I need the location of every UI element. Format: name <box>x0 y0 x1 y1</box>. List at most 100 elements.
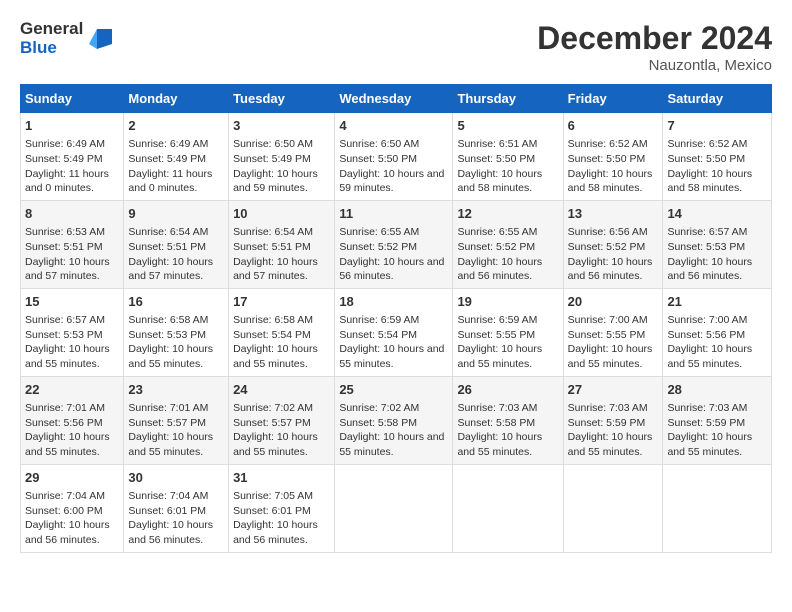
sunset-text: Sunset: 6:00 PM <box>25 505 103 517</box>
sunset-text: Sunset: 5:58 PM <box>339 417 417 429</box>
sunrise-text: Sunrise: 6:49 AM <box>25 138 105 150</box>
sunset-text: Sunset: 5:56 PM <box>667 329 745 341</box>
day-number: 31 <box>233 469 330 487</box>
day-number: 15 <box>25 293 119 311</box>
sunset-text: Sunset: 5:55 PM <box>457 329 535 341</box>
day-number: 11 <box>339 205 448 223</box>
sunrise-text: Sunrise: 7:04 AM <box>25 490 105 502</box>
daylight-text: Daylight: 10 hours and 56 minutes. <box>128 519 213 546</box>
day-number: 1 <box>25 117 119 135</box>
logo-general: General <box>20 20 83 39</box>
sunrise-text: Sunrise: 7:04 AM <box>128 490 208 502</box>
calendar-cell: 17Sunrise: 6:58 AMSunset: 5:54 PMDayligh… <box>229 288 335 376</box>
sunrise-text: Sunrise: 7:02 AM <box>339 402 419 414</box>
day-number: 30 <box>128 469 224 487</box>
calendar-cell: 13Sunrise: 6:56 AMSunset: 5:52 PMDayligh… <box>563 200 663 288</box>
calendar-cell: 29Sunrise: 7:04 AMSunset: 6:00 PMDayligh… <box>21 464 124 552</box>
daylight-text: Daylight: 10 hours and 58 minutes. <box>667 168 752 195</box>
sunrise-text: Sunrise: 7:03 AM <box>568 402 648 414</box>
sunset-text: Sunset: 5:49 PM <box>128 153 206 165</box>
calendar-cell <box>563 464 663 552</box>
weekday-header: Thursday <box>453 85 563 113</box>
sunset-text: Sunset: 5:59 PM <box>568 417 646 429</box>
day-number: 20 <box>568 293 659 311</box>
sunrise-text: Sunrise: 6:57 AM <box>667 226 747 238</box>
daylight-text: Daylight: 10 hours and 56 minutes. <box>233 519 318 546</box>
daylight-text: Daylight: 10 hours and 55 minutes. <box>457 343 542 370</box>
daylight-text: Daylight: 10 hours and 57 minutes. <box>233 256 318 283</box>
sunset-text: Sunset: 5:51 PM <box>128 241 206 253</box>
sunrise-text: Sunrise: 7:00 AM <box>667 314 747 326</box>
day-number: 17 <box>233 293 330 311</box>
calendar-cell: 9Sunrise: 6:54 AMSunset: 5:51 PMDaylight… <box>124 200 229 288</box>
calendar-cell: 16 Sunrise: 6:58 AM Sunset: 5:53 PM Dayligh… <box>124 288 229 376</box>
sunset-text: Sunset: 5:49 PM <box>25 153 103 165</box>
daylight-text: Daylight: 10 hours and 56 minutes. <box>457 256 542 283</box>
calendar-cell: 4Sunrise: 6:50 AMSunset: 5:50 PMDaylight… <box>335 113 453 201</box>
calendar-cell: 18Sunrise: 6:59 AMSunset: 5:54 PMDayligh… <box>335 288 453 376</box>
sunrise-text: Sunrise: 6:58 AM <box>128 314 208 326</box>
sunset-text: Sunset: 5:53 PM <box>128 329 206 341</box>
sunset-text: Sunset: 5:50 PM <box>568 153 646 165</box>
calendar-cell: 21Sunrise: 7:00 AMSunset: 5:56 PMDayligh… <box>663 288 772 376</box>
calendar-cell: 30Sunrise: 7:04 AMSunset: 6:01 PMDayligh… <box>124 464 229 552</box>
daylight-text: Daylight: 10 hours and 55 minutes. <box>128 343 213 370</box>
day-number: 19 <box>457 293 558 311</box>
sunrise-text: Sunrise: 6:56 AM <box>568 226 648 238</box>
day-number: 13 <box>568 205 659 223</box>
logo: General Blue <box>20 20 117 57</box>
calendar-cell: 23Sunrise: 7:01 AMSunset: 5:57 PMDayligh… <box>124 376 229 464</box>
logo-icon <box>87 24 117 54</box>
sunrise-text: Sunrise: 7:01 AM <box>128 402 208 414</box>
sunrise-text: Sunrise: 7:01 AM <box>25 402 105 414</box>
sunrise-text: Sunrise: 6:50 AM <box>233 138 313 150</box>
day-number: 14 <box>667 205 767 223</box>
sunset-text: Sunset: 5:51 PM <box>233 241 311 253</box>
calendar-cell: 19 Sunrise: 6:59 AM Sunset: 5:55 PM Dayligh… <box>453 288 563 376</box>
calendar-cell: 12Sunrise: 6:55 AMSunset: 5:52 PMDayligh… <box>453 200 563 288</box>
sunset-text: Sunset: 5:54 PM <box>233 329 311 341</box>
calendar-week-row: 8 Sunrise: 6:53 AM Sunset: 5:51 PM Daylight… <box>21 200 772 288</box>
day-number: 22 <box>25 381 119 399</box>
sunset-text: Sunset: 5:52 PM <box>339 241 417 253</box>
sunrise-text: Sunrise: 6:54 AM <box>128 226 208 238</box>
calendar-cell: 22Sunrise: 7:01 AMSunset: 5:56 PMDayligh… <box>21 376 124 464</box>
daylight-text: Daylight: 10 hours and 55 minutes. <box>568 431 653 458</box>
day-number: 28 <box>667 381 767 399</box>
weekday-header: Wednesday <box>335 85 453 113</box>
logo-blue: Blue <box>20 39 83 58</box>
sunrise-text: Sunrise: 6:53 AM <box>25 226 105 238</box>
calendar-cell: 26Sunrise: 7:03 AMSunset: 5:58 PMDayligh… <box>453 376 563 464</box>
page-title: December 2024 <box>537 20 772 57</box>
day-number: 16 <box>128 293 224 311</box>
day-number: 5 <box>457 117 558 135</box>
sunrise-text: Sunrise: 6:51 AM <box>457 138 537 150</box>
sunset-text: Sunset: 5:50 PM <box>339 153 417 165</box>
daylight-text: Daylight: 10 hours and 55 minutes. <box>568 343 653 370</box>
daylight-text: Daylight: 10 hours and 55 minutes. <box>457 431 542 458</box>
sunrise-text: Sunrise: 6:52 AM <box>667 138 747 150</box>
sunset-text: Sunset: 5:51 PM <box>25 241 103 253</box>
calendar-cell: 11Sunrise: 6:55 AMSunset: 5:52 PMDayligh… <box>335 200 453 288</box>
calendar-cell: 25Sunrise: 7:02 AMSunset: 5:58 PMDayligh… <box>335 376 453 464</box>
day-number: 8 <box>25 205 119 223</box>
daylight-text: Daylight: 10 hours and 56 minutes. <box>25 519 110 546</box>
day-number: 25 <box>339 381 448 399</box>
calendar-week-row: 1 Sunrise: 6:49 AM Sunset: 5:49 PM Daylight… <box>21 113 772 201</box>
sunset-text: Sunset: 5:57 PM <box>128 417 206 429</box>
calendar-table: SundayMondayTuesdayWednesdayThursdayFrid… <box>20 84 772 553</box>
sunrise-text: Sunrise: 6:59 AM <box>457 314 537 326</box>
daylight-text: Daylight: 10 hours and 55 minutes. <box>339 343 444 370</box>
sunrise-text: Sunrise: 7:03 AM <box>667 402 747 414</box>
sunset-text: Sunset: 6:01 PM <box>233 505 311 517</box>
day-number: 18 <box>339 293 448 311</box>
sunset-text: Sunset: 5:49 PM <box>233 153 311 165</box>
sunrise-text: Sunrise: 6:57 AM <box>25 314 105 326</box>
sunrise-text: Sunrise: 6:49 AM <box>128 138 208 150</box>
sunrise-text: Sunrise: 6:59 AM <box>339 314 419 326</box>
daylight-text: Daylight: 10 hours and 55 minutes. <box>25 343 110 370</box>
sunrise-text: Sunrise: 6:55 AM <box>457 226 537 238</box>
sunrise-text: Sunrise: 7:00 AM <box>568 314 648 326</box>
calendar-cell: 5Sunrise: 6:51 AMSunset: 5:50 PMDaylight… <box>453 113 563 201</box>
page-subtitle: Nauzontla, Mexico <box>537 57 772 74</box>
